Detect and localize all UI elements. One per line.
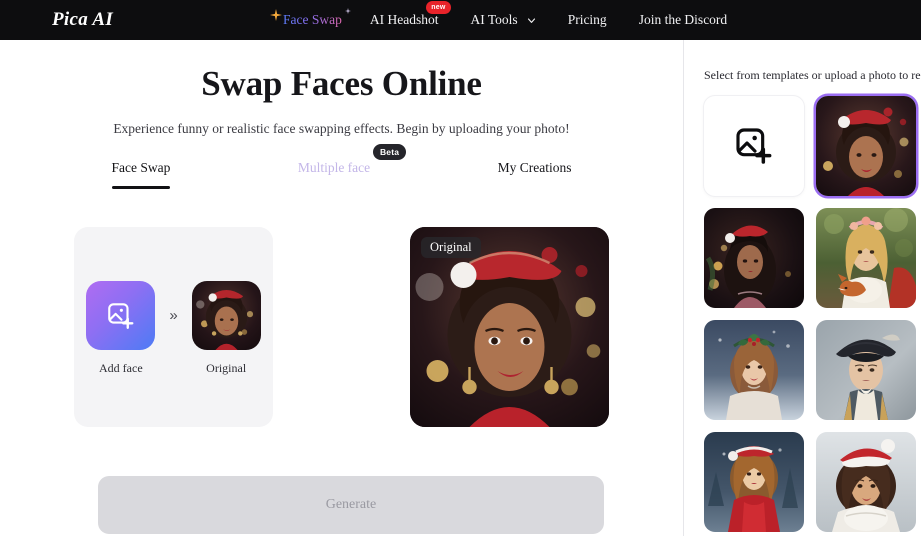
face-mapping-row: Add face » Original — [74, 281, 273, 376]
mode-tabs: Face Swap Multiple face Beta My Creation… — [111, 144, 572, 195]
template-tile[interactable] — [704, 208, 804, 308]
tab-active-indicator — [111, 186, 171, 189]
template-art-red-dress-snowy-forest — [704, 432, 804, 532]
beta-badge: Beta — [372, 144, 407, 160]
template-tile[interactable] — [816, 208, 916, 308]
nav-item-face-swap-label: Face Swap — [283, 12, 342, 27]
template-art-floral-crown-with-fox — [816, 208, 916, 308]
page-title: Swap Faces Online — [201, 64, 482, 103]
nav-item-ai-tools[interactable]: AI Tools — [455, 0, 552, 40]
tab-my-creations[interactable]: My Creations — [498, 153, 572, 176]
preview-image[interactable]: Original — [410, 227, 609, 427]
template-tile[interactable] — [816, 320, 916, 420]
add-face-button[interactable] — [86, 281, 156, 350]
template-tile[interactable] — [816, 432, 916, 532]
templates-sidebar-title: Select from templates or upload a photo … — [704, 68, 921, 82]
nav-item-join-discord-label: Join the Discord — [638, 12, 728, 27]
app-logo[interactable]: Pica AI — [52, 9, 113, 31]
nav-item-face-swap[interactable]: Face Swap — [265, 0, 354, 40]
face-workspace: Add face » Original Original — [74, 227, 609, 427]
original-face-slot: Original — [191, 281, 261, 376]
original-face-art — [191, 281, 261, 350]
original-face-label: Original — [206, 361, 247, 375]
new-badge: new — [426, 1, 451, 14]
original-face-thumbnail[interactable] — [191, 281, 261, 350]
nav-item-ai-headshot[interactable]: AI Headshot new — [354, 0, 455, 40]
image-plus-icon — [108, 302, 134, 329]
add-face-slot: Add face — [86, 281, 156, 376]
template-art-santa-hat-white-scarf — [816, 432, 916, 532]
face-swap-arrow: » — [169, 307, 178, 324]
template-tile[interactable] — [704, 320, 804, 420]
template-art-santa-hat-curly-portrait — [816, 96, 916, 196]
tab-face-swap-label: Face Swap — [111, 160, 171, 175]
template-tile[interactable] — [704, 432, 804, 532]
upload-photo-tile[interactable] — [704, 96, 804, 196]
add-face-label: Add face — [99, 361, 143, 375]
faces-panel: Add face » Original — [74, 227, 273, 427]
nav-item-pricing-label: Pricing — [567, 12, 607, 27]
page-subtitle: Experience funny or realistic face swapp… — [113, 121, 570, 136]
chevron-down-icon — [527, 17, 535, 23]
template-art-holly-crown-winter-portrait — [704, 320, 804, 420]
template-art-tricorn-hat-officer-portrait — [816, 320, 916, 420]
templates-sidebar: Select from templates or upload a photo … — [684, 40, 921, 536]
top-navigation-bar: Pica AI Face Swap AI Headshot new AI Too… — [0, 0, 921, 40]
nav-item-join-discord[interactable]: Join the Discord — [623, 0, 744, 40]
nav-item-ai-tools-label: AI Tools — [470, 12, 518, 27]
face-swap-page: Pica AI Face Swap AI Headshot new AI Too… — [0, 0, 921, 536]
tab-multiple-face[interactable]: Multiple face Beta — [297, 144, 407, 176]
main-nav: Face Swap AI Headshot new AI Tools Prici… — [265, 0, 743, 40]
nav-item-pricing[interactable]: Pricing — [552, 0, 623, 40]
tab-multiple-face-label: Multiple face — [297, 160, 371, 175]
template-tile[interactable] — [816, 96, 916, 196]
tab-face-swap[interactable]: Face Swap — [111, 153, 171, 189]
sparkle-icon — [270, 9, 283, 21]
image-plus-icon — [736, 128, 772, 164]
tab-my-creations-label: My Creations — [497, 160, 572, 175]
generate-button[interactable]: Generate — [98, 476, 604, 534]
preview-badge: Original — [421, 237, 481, 258]
templates-grid — [704, 96, 921, 532]
content-sidebar-divider — [683, 40, 684, 536]
sparkle-small-icon — [344, 8, 351, 14]
nav-item-ai-headshot-label: AI Headshot — [369, 12, 439, 27]
main-content: Swap Faces Online Experience funny or re… — [0, 40, 683, 536]
template-art-santa-hat-dark-hair-lights — [704, 208, 804, 308]
